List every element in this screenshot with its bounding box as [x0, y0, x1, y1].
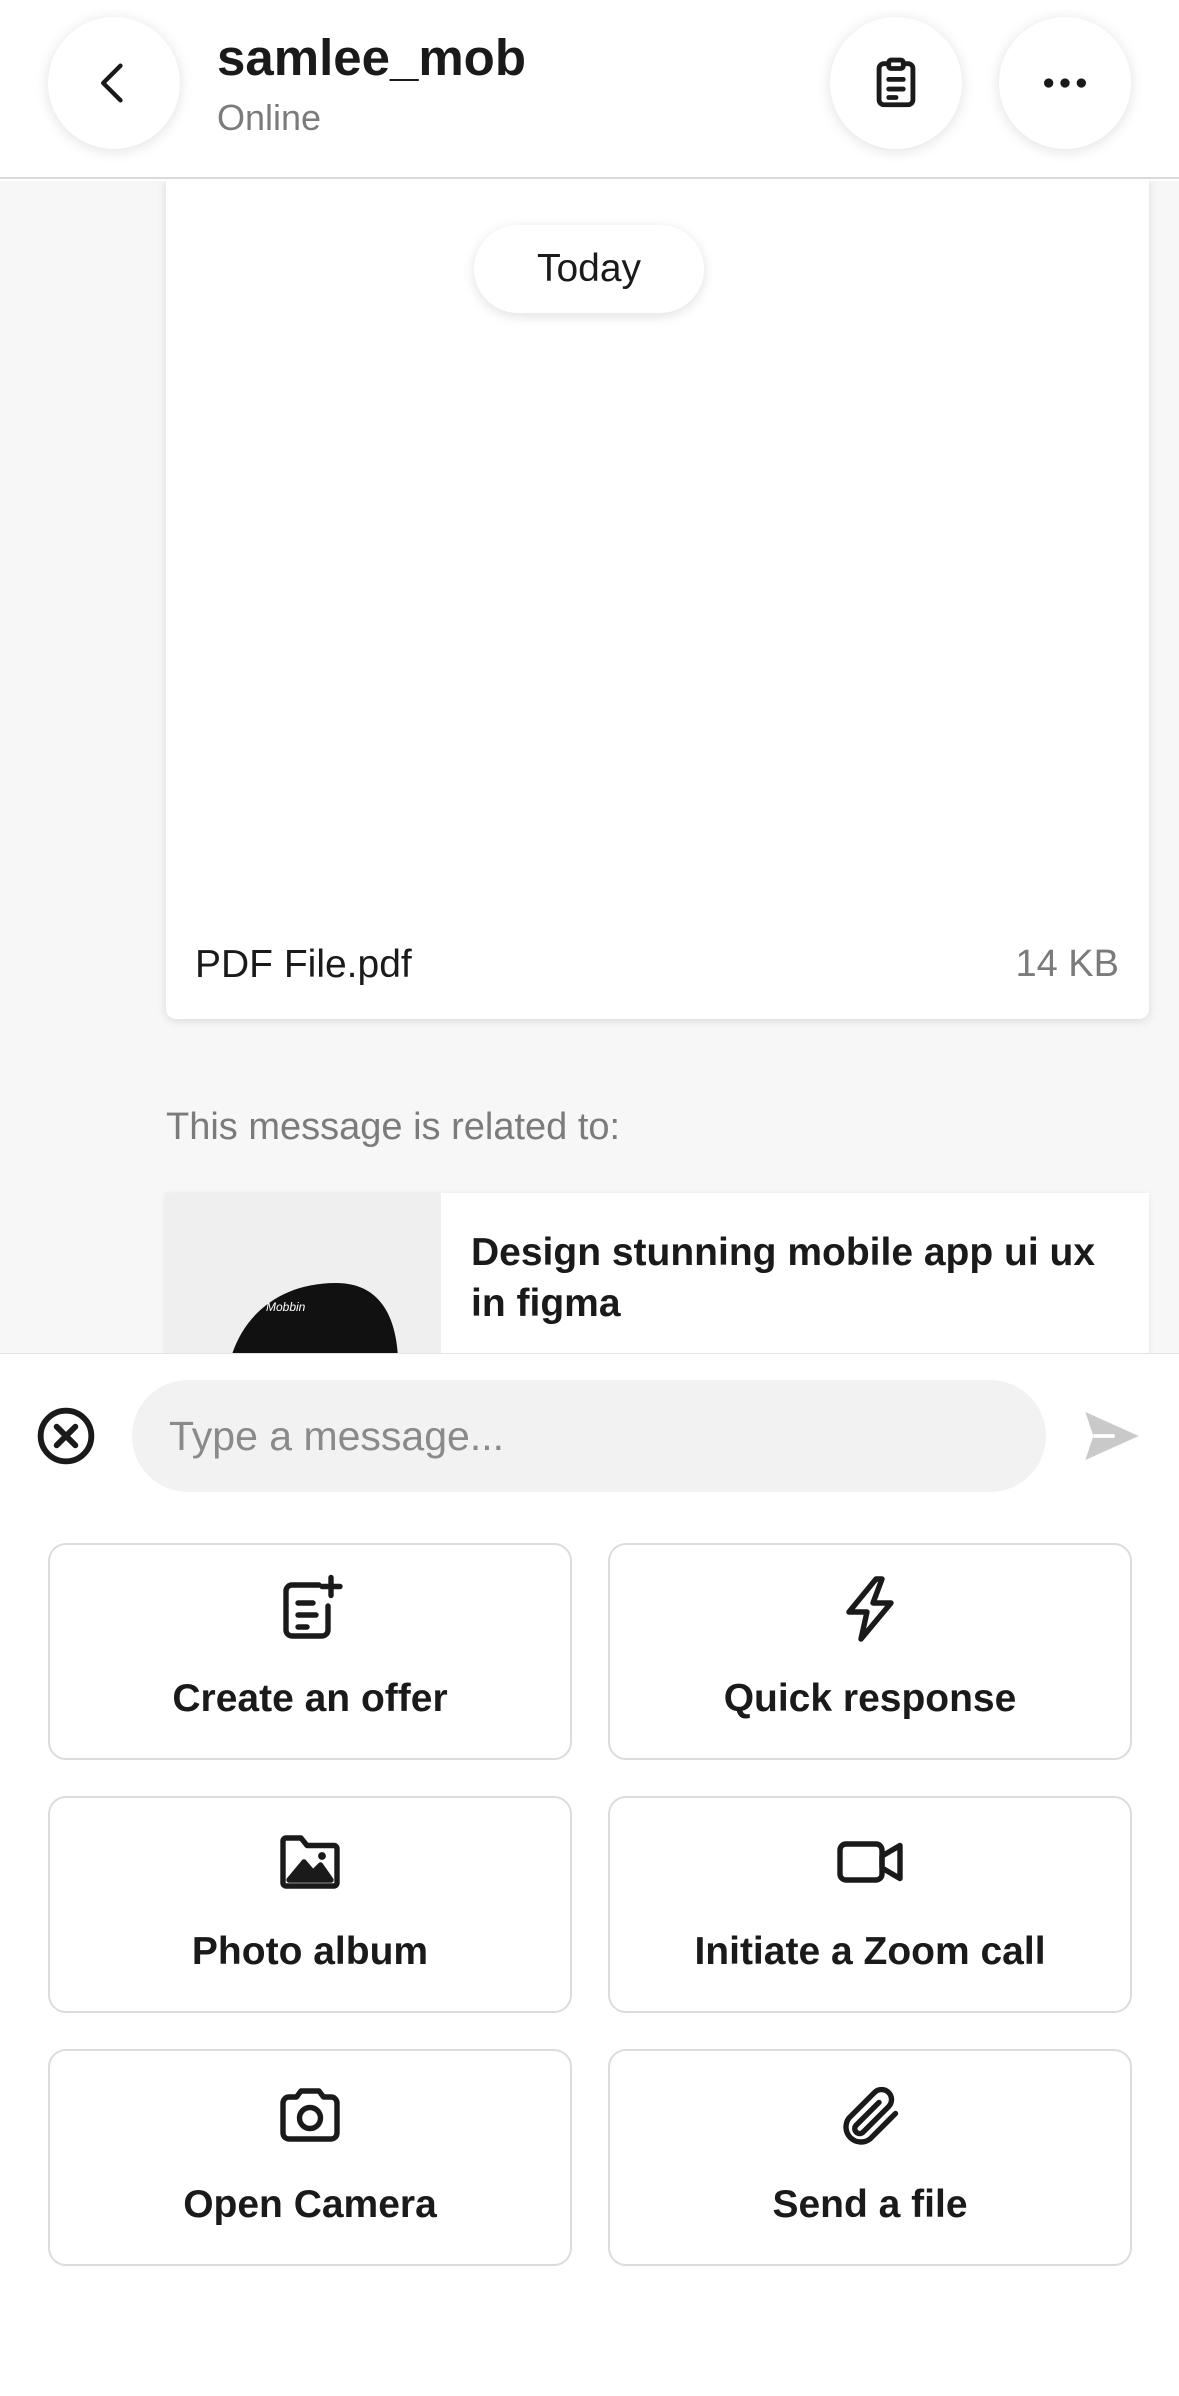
clipboard-icon [876, 57, 916, 108]
more-options-button[interactable] [999, 17, 1131, 149]
message-list[interactable]: PDF File.pdf 14 KB Today This message is… [0, 181, 1179, 1353]
date-separator: Today [474, 225, 704, 313]
quick-actions-grid: Create an offer Quick response Photo alb… [48, 1543, 1132, 2266]
action-label: Quick response [723, 1677, 1017, 1720]
zoom-call-button[interactable]: Initiate a Zoom call [608, 1796, 1132, 2013]
gig-title: Design stunning mobile app ui ux in figm… [471, 1231, 1096, 1325]
paperclip-icon [843, 2086, 899, 2145]
offer-add-icon [283, 1574, 343, 1639]
file-name: PDF File.pdf [195, 943, 412, 986]
photo-album-button[interactable]: Photo album [48, 1796, 572, 2013]
related-label: This message is related to: [166, 1106, 621, 1148]
create-offer-button[interactable]: Create an offer [48, 1543, 572, 1760]
action-label: Photo album [191, 1930, 429, 1973]
lightning-icon [846, 1576, 894, 1642]
close-attachments-button[interactable] [34, 1404, 98, 1468]
action-label: Open Camera [183, 2183, 437, 2226]
clipboard-button[interactable] [830, 17, 962, 149]
chat-header: samlee_mob Online [0, 0, 1179, 179]
action-label: Create an offer [172, 1677, 448, 1720]
message-input[interactable] [132, 1380, 1046, 1492]
send-file-button[interactable]: Send a file [608, 2049, 1132, 2266]
chevron-left-icon [101, 63, 123, 103]
related-gig-card[interactable]: Mobbin Design stunning mobile app ui ux … [166, 1193, 1149, 1353]
file-size: 14 KB [1015, 943, 1119, 985]
send-button[interactable] [1080, 1404, 1144, 1468]
back-button[interactable] [48, 17, 180, 149]
composer-panel: Create an offer Quick response Photo alb… [0, 1353, 1179, 2396]
open-camera-button[interactable]: Open Camera [48, 2049, 572, 2266]
action-label: Send a file [772, 2183, 968, 2226]
cap-image: Mobbin [232, 1283, 398, 1353]
thumbnail-text: Mobbin [266, 1300, 306, 1314]
action-label: Initiate a Zoom call [694, 1930, 1046, 1973]
camera-icon [280, 2088, 340, 2142]
video-camera-icon [837, 1841, 903, 1883]
chat-screen: samlee_mob Online PDF File.pdf 14 KB Tod… [0, 0, 1179, 2396]
contact-status: Online [217, 97, 322, 138]
gig-thumbnail: Mobbin [166, 1193, 441, 1353]
more-horizontal-icon [1044, 78, 1086, 88]
close-circle-icon [37, 1407, 95, 1465]
quick-response-button[interactable]: Quick response [608, 1543, 1132, 1760]
contact-username: samlee_mob [217, 29, 526, 86]
photo-folder-icon [280, 1835, 340, 1889]
send-icon [1085, 1412, 1139, 1460]
